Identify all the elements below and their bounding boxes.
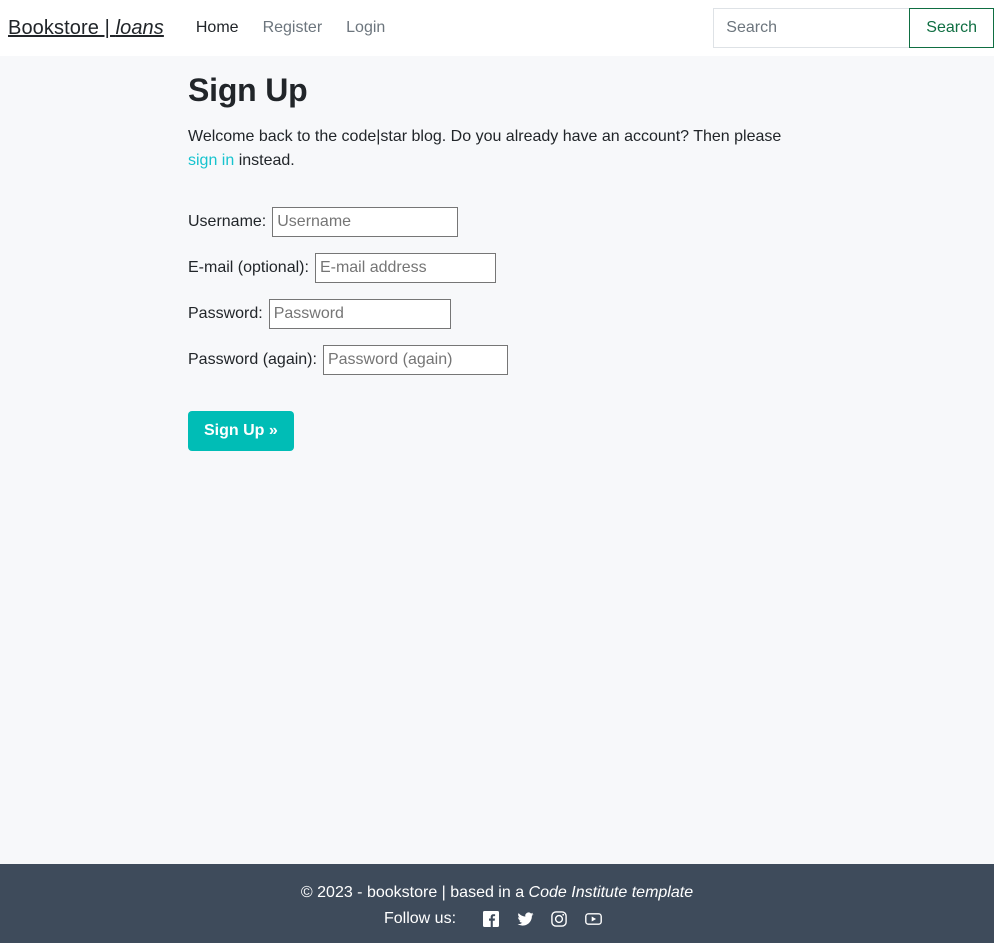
page-title: Sign Up: [188, 72, 308, 108]
password-again-input[interactable]: [322, 345, 508, 375]
password-again-label: Password (again):: [188, 351, 317, 368]
search-input[interactable]: [713, 8, 910, 48]
search-form: Search: [713, 8, 994, 48]
sign-in-link[interactable]: sign in: [188, 152, 234, 169]
footer-copyright: © 2023 - bookstore | based in a Code Ins…: [0, 882, 994, 904]
password-label: Password:: [188, 305, 263, 322]
footer-copyright-text: © 2023 - bookstore | based in a: [300, 884, 529, 901]
site-header: Bookstore | loans Home Register Login Se…: [0, 0, 994, 56]
twitter-icon[interactable]: [508, 909, 542, 929]
email-label: E-mail (optional):: [188, 259, 309, 276]
follow-us-label: Follow us:: [383, 910, 457, 927]
intro-text-after: instead.: [234, 152, 295, 169]
form-row-username: Username:: [188, 207, 994, 237]
footer-social-row: Follow us:: [0, 909, 994, 929]
email-input[interactable]: [314, 253, 496, 283]
intro-text-before: Welcome back to the code|star blog. Do y…: [188, 128, 782, 145]
username-label: Username:: [188, 213, 267, 230]
nav-item-home[interactable]: Home: [184, 11, 251, 45]
username-input[interactable]: [272, 207, 459, 237]
footer-template-credit: Code Institute template: [528, 884, 694, 901]
nav-item-login[interactable]: Login: [334, 11, 397, 45]
brand-prefix: Bookstore |: [8, 16, 116, 39]
form-row-password-again: Password (again):: [188, 345, 994, 375]
password-input[interactable]: [268, 299, 451, 329]
brand-italic: loans: [115, 16, 164, 39]
intro-text: Welcome back to the code|star blog. Do y…: [188, 125, 802, 173]
nav-item-register[interactable]: Register: [251, 11, 335, 45]
main-content: Sign Up Welcome back to the code|star bl…: [0, 56, 994, 451]
facebook-icon[interactable]: [474, 909, 508, 929]
site-brand[interactable]: Bookstore | loans: [8, 17, 164, 40]
signup-submit-button[interactable]: Sign Up »: [188, 411, 294, 451]
site-footer: © 2023 - bookstore | based in a Code Ins…: [0, 864, 994, 943]
youtube-icon[interactable]: [576, 909, 610, 929]
form-row-password: Password:: [188, 299, 994, 329]
signup-form: Username: E-mail (optional): Password: P…: [188, 207, 994, 451]
form-row-email: E-mail (optional):: [188, 253, 994, 283]
instagram-icon[interactable]: [542, 909, 576, 929]
search-button[interactable]: Search: [909, 8, 994, 48]
main-navigation: Home Register Login: [184, 11, 397, 45]
